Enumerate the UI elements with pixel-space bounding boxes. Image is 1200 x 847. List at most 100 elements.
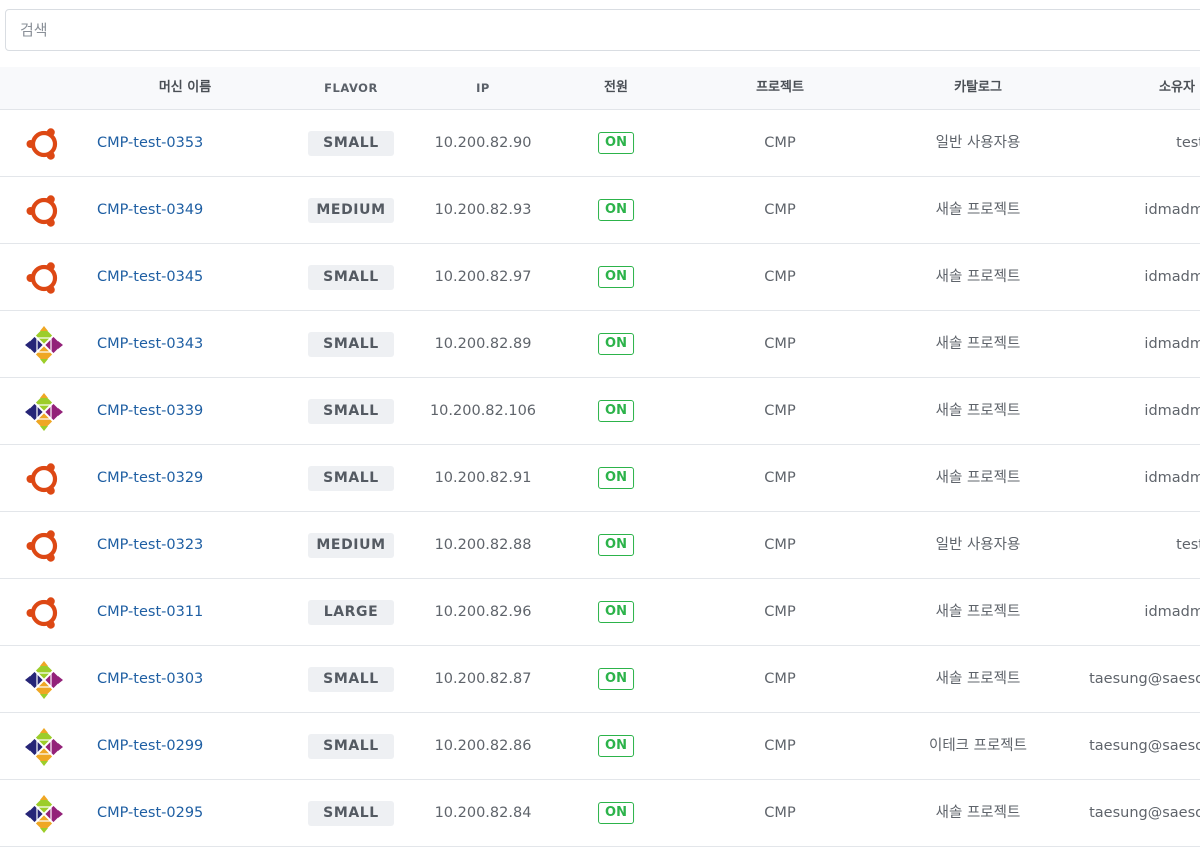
table-row[interactable]: CMP-test-0299 SMALL 10.200.82.86 ON CMP … bbox=[0, 713, 1200, 780]
search-input[interactable] bbox=[5, 9, 1200, 51]
catalog-name: 일반 사용자용 bbox=[935, 537, 1021, 553]
os-icon bbox=[24, 794, 64, 834]
power-status-badge: ON bbox=[598, 534, 634, 556]
project-name: CMP bbox=[764, 403, 796, 419]
ip-address: 10.200.82.93 bbox=[434, 202, 532, 218]
owner-name: idmadm bbox=[1144, 604, 1200, 620]
table-row[interactable]: CMP-test-0329 SMALL 10.200.82.91 ON CMP … bbox=[0, 445, 1200, 512]
machine-name-link[interactable]: CMP-test-0299 bbox=[97, 713, 203, 779]
project-name: CMP bbox=[764, 202, 796, 218]
power-status-badge: ON bbox=[598, 199, 634, 221]
owner-name: idmadm bbox=[1144, 202, 1200, 218]
ip-address: 10.200.82.90 bbox=[434, 135, 532, 151]
owner-name: idmadm bbox=[1144, 269, 1200, 285]
ip-address: 10.200.82.84 bbox=[434, 805, 532, 821]
ubuntu-icon bbox=[26, 530, 60, 562]
flavor-badge: SMALL bbox=[308, 332, 394, 357]
power-status-badge: ON bbox=[598, 333, 634, 355]
project-name: CMP bbox=[764, 738, 796, 754]
project-name: CMP bbox=[764, 336, 796, 352]
owner-name: idmadm bbox=[1144, 336, 1200, 352]
machine-table-body: CMP-test-0353 SMALL 10.200.82.90 ON CMP … bbox=[0, 110, 1200, 847]
machine-name-link[interactable]: CMP-test-0303 bbox=[97, 646, 203, 712]
os-icon bbox=[24, 325, 64, 365]
os-icon bbox=[24, 124, 64, 164]
table-row[interactable]: CMP-test-0349 MEDIUM 10.200.82.93 ON CMP… bbox=[0, 177, 1200, 244]
owner-name: taesung@saeso bbox=[1089, 671, 1200, 687]
power-status-badge: ON bbox=[598, 467, 634, 489]
flavor-badge: SMALL bbox=[308, 265, 394, 290]
project-name: CMP bbox=[764, 537, 796, 553]
column-header-name[interactable]: 머신 이름 bbox=[159, 67, 211, 109]
owner-name: idmadm bbox=[1144, 470, 1200, 486]
ip-address: 10.200.82.106 bbox=[429, 403, 537, 419]
flavor-badge: SMALL bbox=[308, 667, 394, 692]
os-icon bbox=[24, 660, 64, 700]
flavor-badge: SMALL bbox=[308, 466, 394, 491]
table-row[interactable]: CMP-test-0343 SMALL 10.200.82.89 ON CMP … bbox=[0, 311, 1200, 378]
os-icon bbox=[24, 392, 64, 432]
ip-address: 10.200.82.86 bbox=[434, 738, 532, 754]
os-icon bbox=[24, 191, 64, 231]
project-name: CMP bbox=[764, 604, 796, 620]
flavor-badge: SMALL bbox=[308, 399, 394, 424]
os-icon bbox=[24, 593, 64, 633]
table-row[interactable]: CMP-test-0345 SMALL 10.200.82.97 ON CMP … bbox=[0, 244, 1200, 311]
catalog-name: 새솔 프로젝트 bbox=[935, 403, 1021, 419]
project-name: CMP bbox=[764, 671, 796, 687]
power-status-badge: ON bbox=[598, 601, 634, 623]
ubuntu-icon bbox=[26, 463, 60, 495]
column-header-catalog[interactable]: 카탈로그 bbox=[954, 67, 1002, 109]
centos-icon bbox=[24, 727, 64, 767]
column-header-ip[interactable]: IP bbox=[476, 67, 490, 109]
machine-name-link[interactable]: CMP-test-0353 bbox=[97, 110, 203, 176]
ubuntu-icon bbox=[26, 262, 60, 294]
catalog-name: 일반 사용자용 bbox=[935, 135, 1021, 151]
table-header: 머신 이름 FLAVOR IP 전원 프로젝트 카탈로그 소유자 bbox=[0, 67, 1200, 110]
centos-icon bbox=[24, 660, 64, 700]
os-icon bbox=[24, 727, 64, 767]
owner-name: taesung@saeso bbox=[1089, 738, 1200, 754]
power-status-badge: ON bbox=[598, 668, 634, 690]
machine-name-link[interactable]: CMP-test-0343 bbox=[97, 311, 203, 377]
catalog-name: 새솔 프로젝트 bbox=[935, 336, 1021, 352]
column-header-project[interactable]: 프로젝트 bbox=[756, 67, 804, 109]
ip-address: 10.200.82.97 bbox=[434, 269, 532, 285]
ip-address: 10.200.82.88 bbox=[434, 537, 532, 553]
column-header-power[interactable]: 전원 bbox=[604, 67, 628, 109]
ubuntu-icon bbox=[26, 128, 60, 160]
machine-name-link[interactable]: CMP-test-0329 bbox=[97, 445, 203, 511]
catalog-name: 새솔 프로젝트 bbox=[935, 202, 1021, 218]
machine-name-link[interactable]: CMP-test-0323 bbox=[97, 512, 203, 578]
table-row[interactable]: CMP-test-0353 SMALL 10.200.82.90 ON CMP … bbox=[0, 110, 1200, 177]
machine-name-link[interactable]: CMP-test-0339 bbox=[97, 378, 203, 444]
project-name: CMP bbox=[764, 135, 796, 151]
table-row[interactable]: CMP-test-0295 SMALL 10.200.82.84 ON CMP … bbox=[0, 780, 1200, 847]
centos-icon bbox=[24, 325, 64, 365]
table-row[interactable]: CMP-test-0303 SMALL 10.200.82.87 ON CMP … bbox=[0, 646, 1200, 713]
ip-address: 10.200.82.89 bbox=[434, 336, 532, 352]
catalog-name: 새솔 프로젝트 bbox=[935, 805, 1021, 821]
column-header-flavor[interactable]: FLAVOR bbox=[324, 67, 378, 109]
column-header-owner[interactable]: 소유자 bbox=[1159, 67, 1195, 109]
search-bar bbox=[0, 0, 1200, 66]
catalog-name: 이테크 프로젝트 bbox=[929, 738, 1027, 754]
table-row[interactable]: CMP-test-0339 SMALL 10.200.82.106 ON CMP… bbox=[0, 378, 1200, 445]
machine-name-link[interactable]: CMP-test-0311 bbox=[97, 579, 203, 645]
centos-icon bbox=[24, 392, 64, 432]
project-name: CMP bbox=[764, 805, 796, 821]
flavor-badge: SMALL bbox=[308, 801, 394, 826]
table-row[interactable]: CMP-test-0323 MEDIUM 10.200.82.88 ON CMP… bbox=[0, 512, 1200, 579]
flavor-badge: MEDIUM bbox=[308, 533, 394, 558]
flavor-badge: MEDIUM bbox=[308, 198, 394, 223]
catalog-name: 새솔 프로젝트 bbox=[935, 470, 1021, 486]
machine-name-link[interactable]: CMP-test-0295 bbox=[97, 780, 203, 846]
machine-name-link[interactable]: CMP-test-0349 bbox=[97, 177, 203, 243]
machine-name-link[interactable]: CMP-test-0345 bbox=[97, 244, 203, 310]
flavor-badge: SMALL bbox=[308, 131, 394, 156]
power-status-badge: ON bbox=[598, 266, 634, 288]
catalog-name: 새솔 프로젝트 bbox=[935, 671, 1021, 687]
flavor-badge: SMALL bbox=[308, 734, 394, 759]
centos-icon bbox=[24, 794, 64, 834]
table-row[interactable]: CMP-test-0311 LARGE 10.200.82.96 ON CMP … bbox=[0, 579, 1200, 646]
